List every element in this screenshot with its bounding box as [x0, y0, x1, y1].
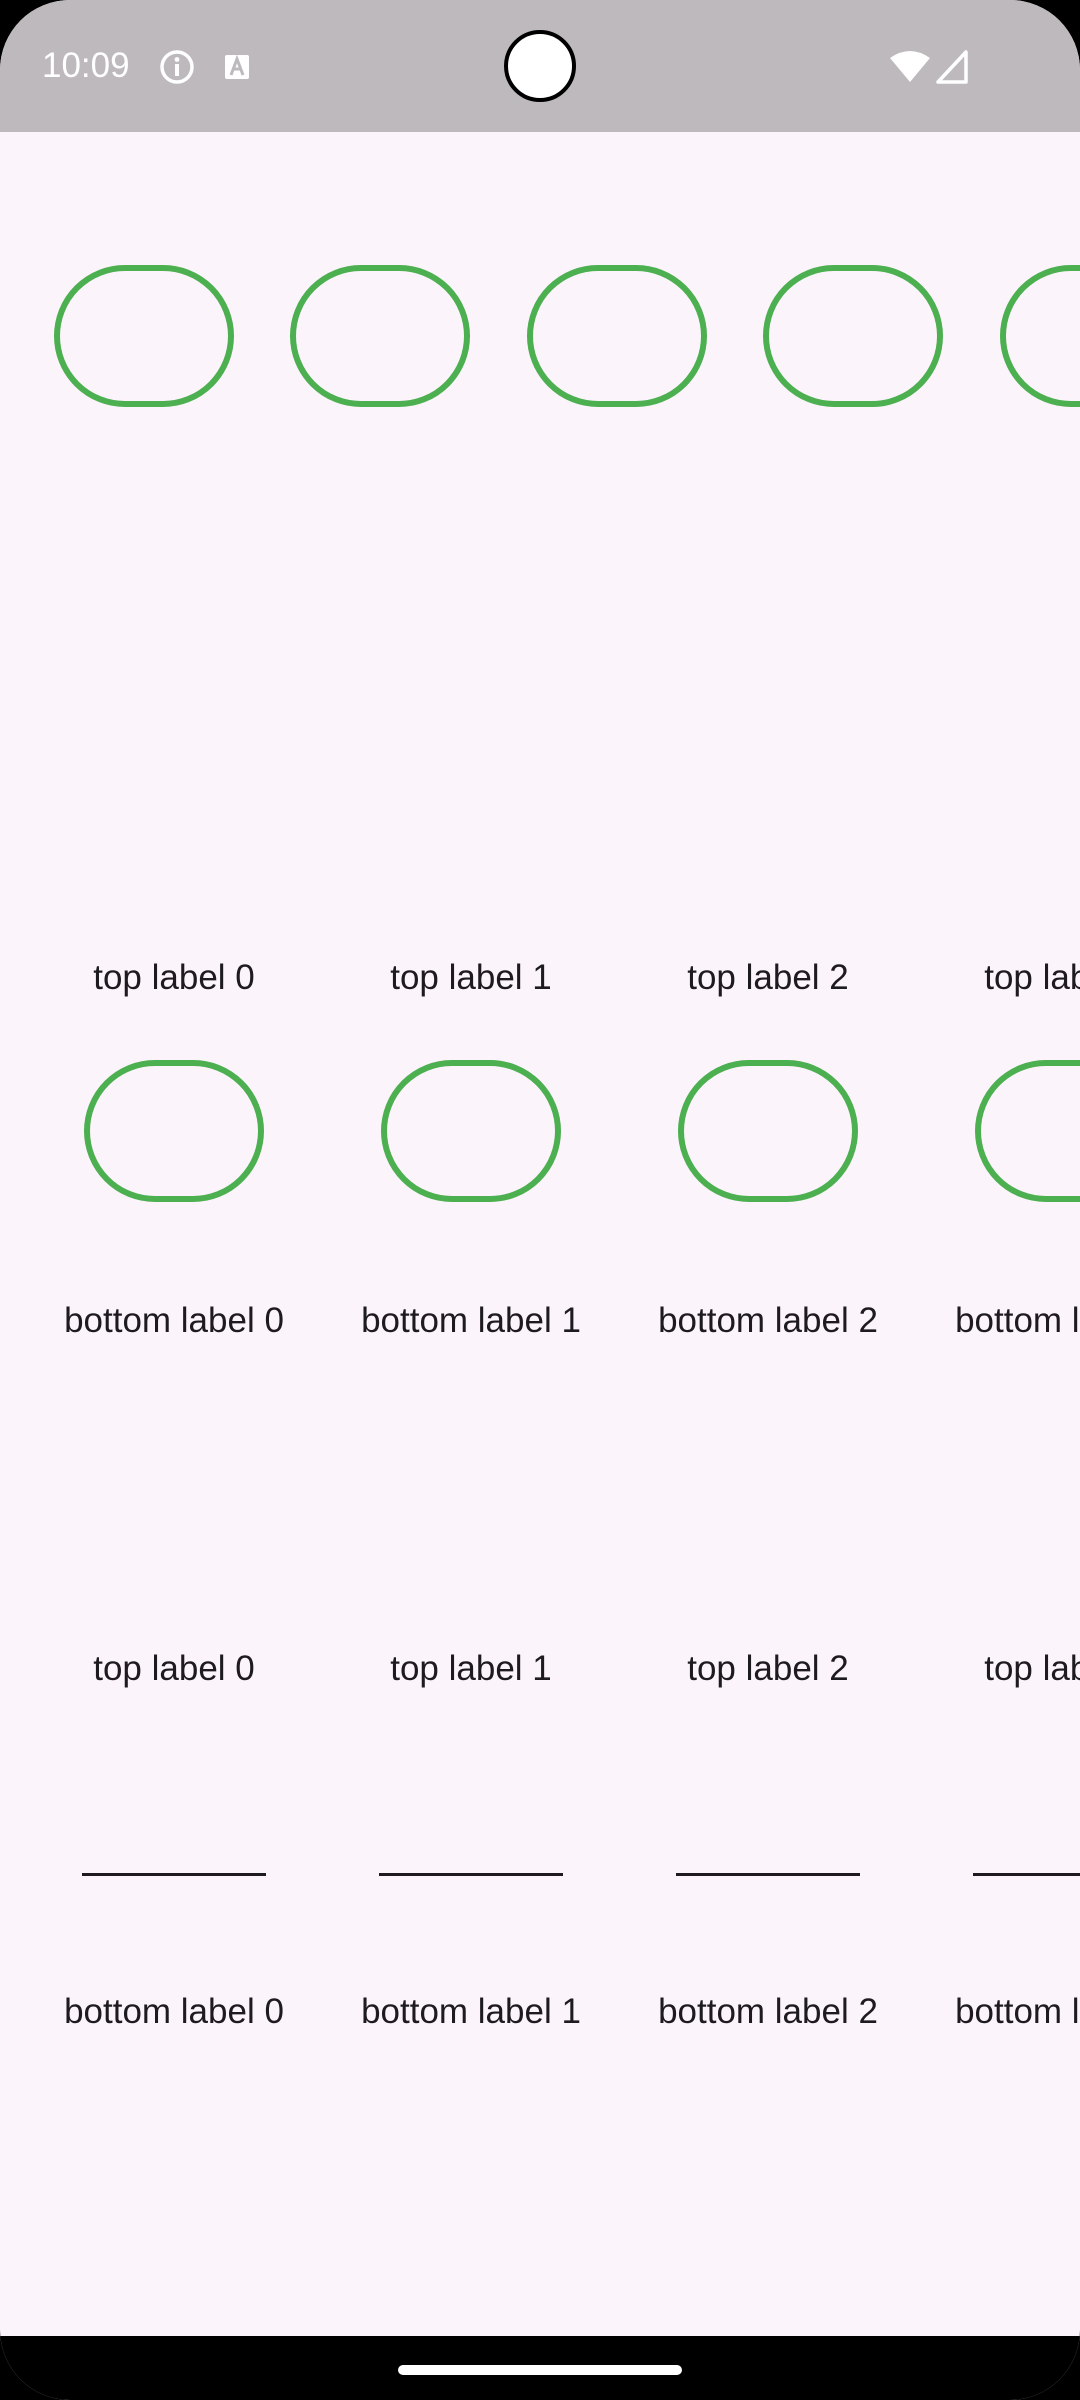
scroll-content[interactable]: top label 0 top label 1 top label 2 top … [0, 132, 1080, 2332]
cell-signal-icon [934, 48, 972, 86]
pill-shape[interactable] [678, 1060, 858, 1202]
bottom-label: bottom label 1 [361, 1301, 581, 1340]
bottom-label: bottom label 0 [64, 1301, 284, 1340]
pill-shape[interactable] [54, 265, 234, 407]
pill-shape[interactable] [763, 265, 943, 407]
home-indicator-handle[interactable] [398, 2365, 682, 2375]
bottom-label: bottom label 3 [955, 1992, 1080, 2031]
top-label: top label 2 [687, 958, 849, 997]
status-time: 10:09 [42, 46, 130, 85]
top-label: top label 3 [984, 958, 1080, 997]
top-label: top label 3 [984, 1649, 1080, 1688]
info-icon [158, 48, 196, 86]
underline-divider[interactable] [379, 1873, 563, 1876]
phone-screen: 10:09 top label 0 top label 1 top label … [0, 0, 1080, 2400]
wifi-icon [888, 48, 932, 86]
front-camera-cutout [504, 30, 576, 102]
bottom-label: bottom label 0 [64, 1992, 284, 2031]
top-label: top label 2 [687, 1649, 849, 1688]
pill-shape[interactable] [527, 265, 707, 407]
top-label: top label 0 [93, 958, 255, 997]
pill-shape[interactable] [381, 1060, 561, 1202]
top-label: top label 0 [93, 1649, 255, 1688]
bottom-label: bottom label 2 [658, 1301, 878, 1340]
bottom-label: bottom label 2 [658, 1992, 878, 2031]
underline-divider[interactable] [676, 1873, 860, 1876]
underline-divider[interactable] [973, 1873, 1080, 1876]
top-label: top label 1 [390, 958, 552, 997]
pill-shape[interactable] [84, 1060, 264, 1202]
bottom-label: bottom label 3 [955, 1301, 1080, 1340]
pill-shape[interactable] [1000, 265, 1080, 407]
pill-shape[interactable] [290, 265, 470, 407]
bottom-label: bottom label 1 [361, 1992, 581, 2031]
keyboard-a-icon [218, 48, 256, 86]
underline-divider[interactable] [82, 1873, 266, 1876]
top-label: top label 1 [390, 1649, 552, 1688]
pill-shape[interactable] [975, 1060, 1080, 1202]
